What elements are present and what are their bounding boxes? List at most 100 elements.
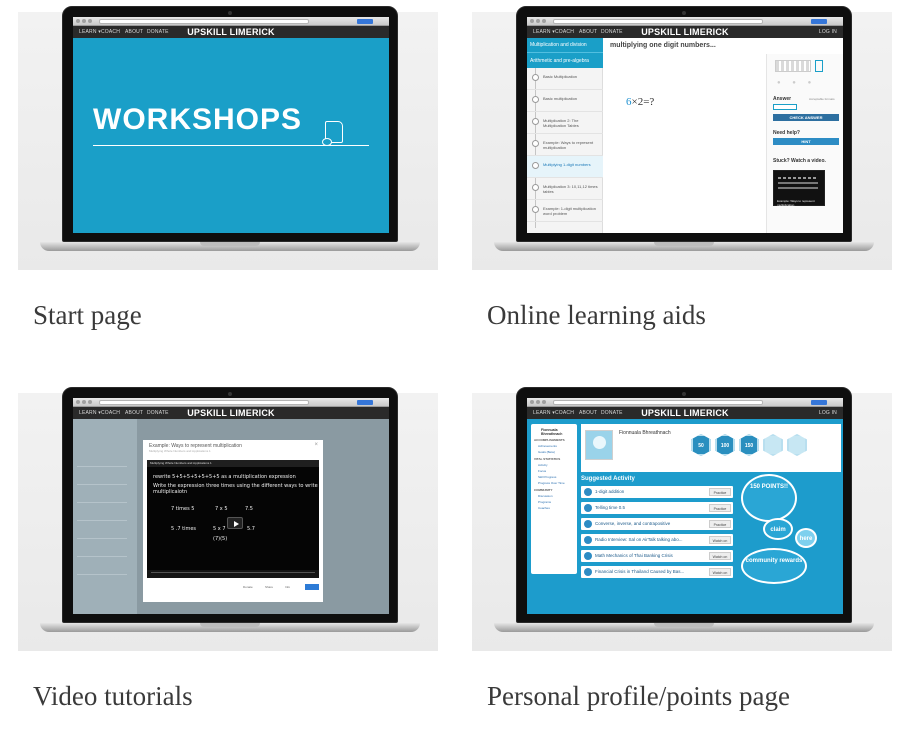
info-button[interactable]: Info — [285, 585, 290, 589]
sidebar-item[interactable]: Basic multiplication — [527, 90, 603, 112]
window-minimize-icon[interactable] — [536, 19, 540, 23]
activity-row[interactable]: Financial Crisis in Thailand Caused by B… — [581, 566, 733, 578]
sidebar-link[interactable]: Progress Over Time — [538, 481, 565, 485]
activity-title[interactable]: Math Mechanics of Thai Banking Crisis — [595, 553, 673, 558]
sidebar-link[interactable]: Programs — [538, 500, 551, 504]
browser-chrome — [73, 17, 389, 26]
play-icon[interactable] — [227, 517, 243, 529]
sidebar-user-name[interactable]: Fionnuala Bhreathnach — [541, 428, 577, 436]
answer-note[interactable]: Acceptable formats — [809, 97, 835, 101]
activity-button[interactable]: Watch on — [709, 568, 731, 576]
activity-title[interactable]: Financial Crisis in Thailand Caused by B… — [595, 569, 684, 574]
window-close-icon[interactable] — [530, 19, 534, 23]
badge-icon[interactable]: 150 — [739, 434, 759, 456]
dimmed-item — [77, 549, 127, 557]
video-player[interactable]: Multiplying Whole Numbers and Applicatio… — [147, 460, 319, 578]
window-minimize-icon[interactable] — [82, 19, 86, 23]
address-bar[interactable] — [99, 19, 309, 24]
activity-row[interactable]: Converse, inverse, and contrapositive Pra… — [581, 518, 733, 530]
check-answer-button[interactable]: CHECK ANSWER — [773, 114, 839, 121]
laptop-notch — [200, 623, 260, 627]
here-bubble[interactable]: here — [795, 528, 817, 548]
activity-button[interactable]: Watch on — [709, 552, 731, 560]
video-thumbnail[interactable]: Example: Ways to represent multiplicatio… — [773, 170, 825, 207]
window-maximize-icon[interactable] — [88, 400, 92, 404]
browser-button[interactable] — [811, 19, 827, 24]
sidebar-link[interactable]: Achievements — [538, 444, 557, 448]
sidebar-link[interactable]: Goals (Beta) — [538, 450, 555, 454]
activity-title[interactable]: Telling time 0.5 — [595, 505, 625, 510]
browser-button[interactable] — [811, 400, 827, 405]
window-close-icon[interactable] — [530, 400, 534, 404]
sidebar-item[interactable]: Example: 1-digit multiplication word pro… — [527, 200, 603, 222]
topic-sidebar: Multiplication and division Arithmetic a… — [527, 38, 603, 233]
window-minimize-icon[interactable] — [536, 400, 540, 404]
video-controls[interactable] — [147, 570, 319, 578]
site-brand[interactable]: UPSKILL LIMERICK — [527, 27, 843, 37]
sidebar-link[interactable]: Focus — [538, 469, 546, 473]
window-close-icon[interactable] — [76, 19, 80, 23]
avatar[interactable] — [585, 430, 613, 460]
badge-icon[interactable]: 100 — [715, 434, 735, 456]
window-minimize-icon[interactable] — [82, 400, 86, 404]
activity-button[interactable]: Practice — [709, 488, 731, 496]
activity-title[interactable]: Radio Interview: Sal on AirTalk talking … — [595, 537, 683, 542]
login-link[interactable]: LOG IN — [819, 29, 837, 35]
donate-button[interactable]: Donate — [243, 585, 253, 589]
site-brand[interactable]: UPSKILL LIMERICK — [73, 408, 389, 418]
sidebar-link[interactable]: Coaches — [538, 506, 550, 510]
exercise-panel: multiplying one digit numbers... 6×2=? ●… — [604, 38, 843, 233]
share-button[interactable]: Share — [265, 585, 273, 589]
answer-input[interactable] — [773, 104, 797, 110]
community-rewards-bubble[interactable]: community rewards — [741, 548, 807, 584]
browser-button[interactable] — [357, 19, 373, 24]
site-brand[interactable]: UPSKILL LIMERICK — [73, 27, 389, 37]
activity-button[interactable]: Practice — [709, 520, 731, 528]
dimmed-item — [77, 531, 127, 539]
badge-icon[interactable] — [787, 434, 807, 456]
login-link[interactable]: LOG IN — [819, 410, 837, 416]
laptop: LEARN ▾ COACH ABOUT DONATE UPSKILL LIMER… — [40, 6, 420, 256]
badge-icon[interactable]: 50 — [691, 434, 711, 456]
badge-icon[interactable] — [763, 434, 783, 456]
window-maximize-icon[interactable] — [542, 19, 546, 23]
address-bar[interactable] — [553, 19, 763, 24]
sidebar-item-label: Example: Ways to represent multiplicatio… — [543, 140, 594, 150]
window-maximize-icon[interactable] — [542, 400, 546, 404]
activity-row[interactable]: Math Mechanics of Thai Banking Crisis Wat… — [581, 550, 733, 562]
activity-button[interactable]: Practice — [709, 504, 731, 512]
activity-row[interactable]: 1-digit addition Practice — [581, 486, 733, 498]
sidebar-link[interactable]: Skill Progress — [538, 475, 556, 479]
primary-button[interactable] — [305, 584, 319, 590]
sidebar-link[interactable]: Activity — [538, 463, 548, 467]
suggested-activity-title: Suggested Activity — [581, 476, 635, 482]
sidebar-item[interactable]: Basic Multiplication — [527, 68, 603, 90]
window-maximize-icon[interactable] — [88, 19, 92, 23]
sidebar-subheading[interactable]: Arithmetic and pre-algebra — [527, 52, 603, 68]
dimmed-item — [77, 459, 127, 467]
sidebar-item[interactable]: Multiplication 3: 10,11,12 times tables — [527, 178, 603, 200]
seek-bar[interactable] — [151, 572, 315, 573]
hero-title[interactable]: WORKSHOPS — [93, 103, 302, 137]
laptop-bezel: LEARN ▾ COACH ABOUT DONATE UPSKILL LIMER… — [62, 6, 398, 242]
sidebar-heading[interactable]: Multiplication and division — [527, 38, 603, 52]
window-close-icon[interactable] — [76, 400, 80, 404]
claim-bubble[interactable]: claim — [763, 518, 793, 540]
browser-button[interactable] — [357, 400, 373, 405]
sidebar-link[interactable]: Discussion — [538, 494, 553, 498]
sidebar-item[interactable]: Example: Ways to represent multiplicatio… — [527, 134, 603, 156]
circle-icon — [532, 74, 539, 81]
close-icon[interactable]: × — [314, 442, 318, 448]
activity-button[interactable]: Watch on — [709, 536, 731, 544]
activity-row[interactable]: Radio Interview: Sal on AirTalk talking … — [581, 534, 733, 546]
sidebar-item-active[interactable]: Multiplying 1-digit numbers — [527, 156, 603, 178]
address-bar[interactable] — [99, 400, 309, 405]
activity-row[interactable]: Telling time 0.5 Practice — [581, 502, 733, 514]
laptop: LEARN ▾ COACH ABOUT DONATE UPSKILL LIMER… — [494, 387, 874, 637]
activity-title[interactable]: 1-digit addition — [595, 489, 624, 494]
hint-button[interactable]: HINT — [773, 138, 839, 145]
site-brand[interactable]: UPSKILL LIMERICK — [527, 408, 843, 418]
activity-title[interactable]: Converse, inverse, and contrapositive — [595, 521, 670, 526]
sidebar-item[interactable]: Multiplication 2: The Multiplication Tab… — [527, 112, 603, 134]
address-bar[interactable] — [553, 400, 763, 405]
